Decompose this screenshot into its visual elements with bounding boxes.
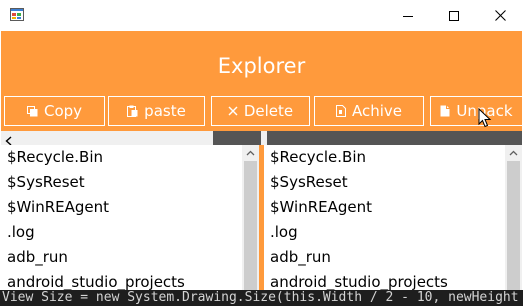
maximize-button[interactable]: [431, 0, 477, 31]
copy-button[interactable]: Copy: [4, 96, 105, 126]
list-item[interactable]: .log: [1, 220, 242, 245]
paste-button-label: paste: [144, 102, 186, 120]
copy-button-label: Copy: [43, 102, 83, 120]
page-title: Explorer: [217, 54, 306, 78]
minimize-icon: [403, 11, 413, 21]
unpack-icon: [440, 105, 450, 117]
scrollbar-thumb[interactable]: [244, 161, 257, 293]
mouse-cursor-icon: [478, 107, 492, 133]
right-vertical-scrollbar[interactable]: [505, 145, 522, 306]
left-file-list[interactable]: $Recycle.Bin $SysReset $WinREAgent .log …: [1, 145, 242, 306]
delete-button-label: Delete: [243, 102, 294, 120]
list-item[interactable]: adb_run: [264, 245, 505, 270]
close-icon: [494, 10, 506, 21]
list-item[interactable]: $Recycle.Bin: [1, 145, 242, 170]
unpack-button[interactable]: Unpack: [430, 96, 522, 126]
paste-icon: [127, 105, 138, 117]
list-item[interactable]: $WinREAgent: [264, 195, 505, 220]
delete-button[interactable]: Delete: [211, 96, 310, 126]
app-icon: [10, 8, 24, 21]
archive-icon: [335, 105, 346, 117]
archive-button-label: Achive: [351, 102, 403, 120]
scroll-up-icon[interactable]: [509, 148, 518, 157]
window-titlebar[interactable]: [0, 0, 523, 31]
archive-button[interactable]: Achive: [314, 96, 424, 126]
scrollbar-thumb[interactable]: [507, 161, 520, 293]
minimize-button[interactable]: [385, 0, 431, 31]
scrollbar-thumb[interactable]: [213, 131, 261, 145]
right-file-list[interactable]: $Recycle.Bin $SysReset $WinREAgent .log …: [264, 145, 505, 306]
copy-icon: [26, 105, 38, 117]
maximize-icon: [449, 10, 459, 21]
list-item[interactable]: $WinREAgent: [1, 195, 242, 220]
delete-icon: [228, 106, 238, 116]
list-item[interactable]: $SysReset: [264, 170, 505, 195]
list-item[interactable]: $SysReset: [1, 170, 242, 195]
left-vertical-scrollbar[interactable]: [242, 145, 259, 306]
scroll-up-icon[interactable]: [246, 148, 255, 157]
list-item[interactable]: .log: [264, 220, 505, 245]
close-button[interactable]: [477, 0, 523, 31]
splitter-gap: [261, 131, 267, 145]
paste-button[interactable]: paste: [108, 96, 205, 126]
list-item[interactable]: $Recycle.Bin: [264, 145, 505, 170]
background-code-line: View Size = new System.Drawing.Size(this…: [0, 290, 523, 306]
list-item[interactable]: adb_run: [1, 245, 242, 270]
explorer-panel: Explorer Copy paste Delete Achive Unpack: [1, 31, 522, 306]
horizontal-scrollbar[interactable]: [1, 131, 261, 146]
pane-splitter[interactable]: [261, 131, 522, 145]
